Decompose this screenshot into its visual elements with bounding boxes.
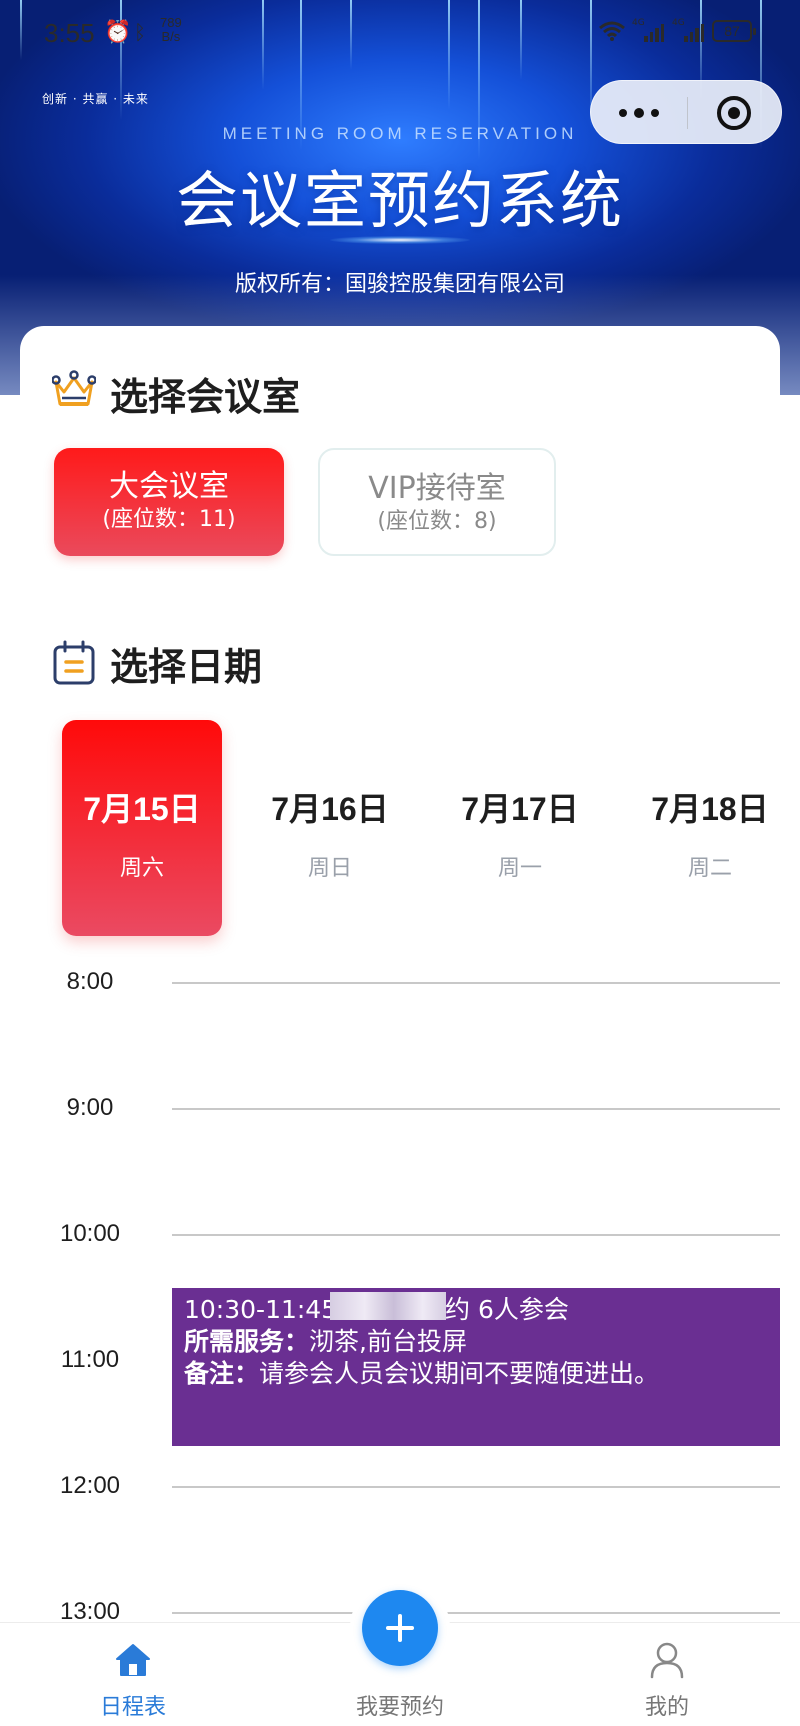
user-icon [650,1642,684,1679]
hour-gridline [172,1486,780,1488]
hour-label: 8:00 [66,968,114,995]
signal-icon: 4G [632,18,664,42]
hour-label: 12:00 [59,1472,121,1499]
more-dot-icon [619,109,627,117]
event-remark-label: 备注： [184,1359,260,1388]
room-option-vip[interactable]: VIP接待室 (座位数：8) [318,448,556,556]
event-remark: 备注：请参会人员会议期间不要随便进出。 [184,1358,768,1390]
event-services: 所需服务：沏茶,前台投屏 [184,1326,768,1358]
hour-label: 10:00 [59,1220,121,1247]
event-services-value: 沏茶,前台投屏 [309,1327,467,1356]
redacted-name-mask [330,1292,446,1320]
calendar-icon [53,640,95,685]
status-bar: 3:55 ⏰ ᛒ 789 B/s 4G 4G 87 [0,0,800,64]
network-type: 4G [672,18,685,28]
hour-label: 11:00 [60,1346,120,1373]
status-time: 3:55 [44,18,95,48]
battery-indicator: 87 [712,20,756,42]
event-remark-value: 请参会人员会议期间不要随便进出。 [259,1359,660,1388]
tab-schedule[interactable]: 日程表 [33,1623,233,1726]
network-speed: 789 B/s [160,16,182,44]
room-seats: (座位数：11) [102,507,236,532]
weekday-label: 周日 [307,856,352,881]
date-option[interactable]: 7月15日 周六 [62,720,222,936]
room-section-title: 选择会议室 [110,375,301,419]
tab-label: 我要预约 [355,1695,444,1720]
event-summary: 10:30-11:45 约 6人参会 [184,1295,569,1324]
date-section-title: 选择日期 [110,645,263,689]
room-name: VIP接待室 [368,471,506,506]
banner-slogan: 创新 · 共赢 · 未来 [42,92,149,106]
tab-mine[interactable]: 我的 [567,1623,767,1726]
more-dot-icon [651,109,659,117]
booking-event[interactable]: 10:30-11:45 约 6人参会 所需服务：沏茶,前台投屏 备注：请参会人员… [172,1288,780,1446]
date-label: 7月15日 [83,791,201,827]
hour-gridline [172,982,780,984]
date-label: 7月17日 [461,791,579,827]
hour-gridline [172,1612,780,1614]
copyright-text: 版权所有：国骏控股集团有限公司 [234,272,565,297]
network-speed-value: 789 [160,15,182,30]
add-reservation-button[interactable] [362,1590,438,1666]
date-label: 7月16日 [271,791,389,827]
date-option[interactable]: 7月17日 周一 [440,720,600,936]
network-type: 4G [632,18,645,28]
page-title: 会议室预约系统 [175,164,624,237]
hour-label: 9:00 [66,1094,114,1121]
wifi-icon [599,21,625,41]
home-icon [116,1644,150,1676]
room-option-large[interactable]: 大会议室 (座位数：11) [54,448,284,556]
bluetooth-icon: ᛒ [134,20,146,44]
hour-gridline [172,1108,780,1110]
room-name: 大会议室 [109,469,229,504]
app-root: 3:55 ⏰ ᛒ 789 B/s 4G 4G 87 创新 · 共赢 · 未来 M… [0,0,800,1726]
network-speed-unit: B/s [161,29,181,44]
alarm-icon: ⏰ [104,20,132,45]
weekday-label: 周一 [497,856,542,881]
signal-icon: 4G [672,18,704,42]
date-label: 7月18日 [651,791,769,827]
tab-label: 我的 [644,1695,689,1720]
more-dot-icon [634,108,644,118]
banner-subtitle: MEETING ROOM RESERVATION [222,124,578,143]
weekday-label: 周六 [119,856,164,881]
weekday-label: 周二 [687,856,732,881]
date-option[interactable]: 7月18日 周二 [630,720,790,936]
room-seats: (座位数：8) [377,509,497,534]
hour-gridline [172,1234,780,1236]
crown-icon [52,370,96,406]
date-option[interactable]: 7月16日 周日 [250,720,410,936]
event-services-label: 所需服务： [184,1327,310,1356]
tab-label: 日程表 [99,1695,166,1720]
